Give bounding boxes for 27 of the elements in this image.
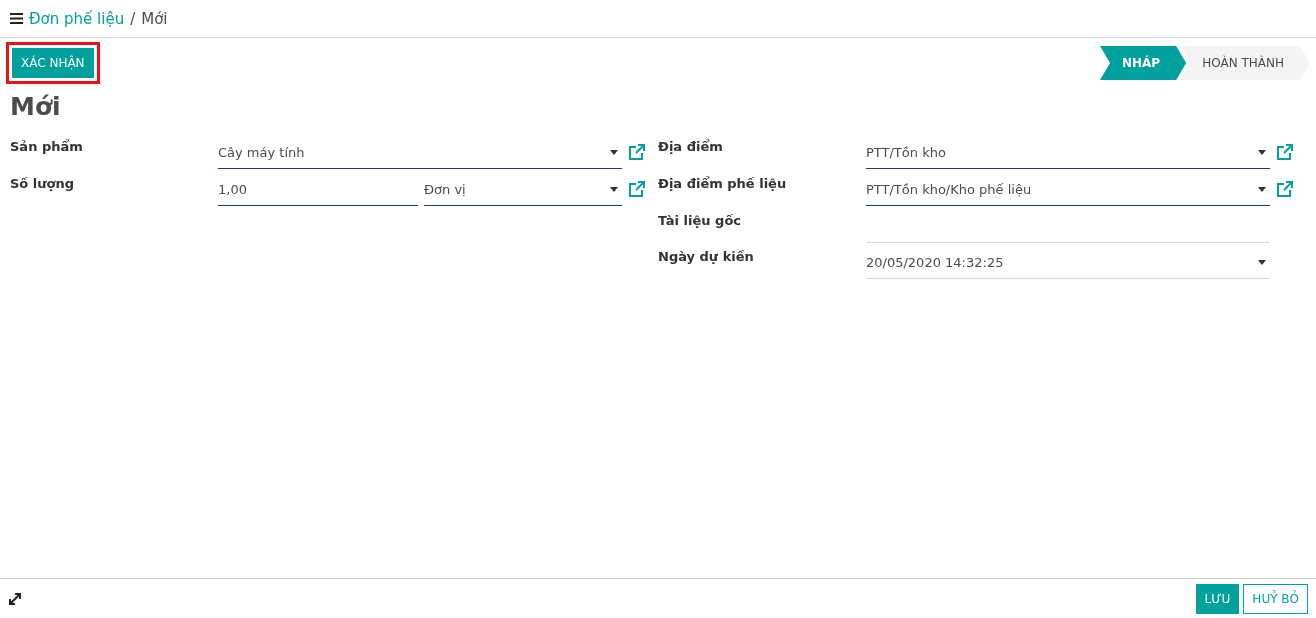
breadcrumb-current: Mới: [141, 9, 168, 28]
caret-icon[interactable]: [1258, 187, 1266, 192]
caret-icon[interactable]: [1258, 260, 1266, 265]
caret-icon[interactable]: [610, 187, 618, 192]
dropdown-field[interactable]: PTT/Tồn kho/Kho phế liệu: [866, 176, 1270, 206]
external-link-icon[interactable]: [628, 180, 646, 198]
input-field[interactable]: 1,00: [218, 176, 418, 206]
field-label: Số lượng: [10, 176, 76, 191]
caret-icon[interactable]: [610, 150, 618, 155]
record-title: Mới: [10, 92, 62, 121]
date-field[interactable]: 20/05/2020 14:32:25: [866, 249, 1270, 279]
caret-icon[interactable]: [1258, 150, 1266, 155]
field-label: Ngày dự kiến: [658, 249, 755, 264]
field-label: Tài liệu gốc: [658, 213, 743, 228]
field-label: Sản phẩm: [10, 139, 84, 154]
expand-icon[interactable]: [8, 591, 22, 606]
dropdown-field[interactable]: PTT/Tồn kho: [866, 139, 1270, 169]
external-link-icon[interactable]: [1276, 143, 1294, 161]
breadcrumb-separator: /: [130, 9, 136, 28]
external-link-icon[interactable]: [1276, 180, 1294, 198]
dropdown-field[interactable]: Đơn vị: [424, 176, 622, 206]
menu-icon[interactable]: [10, 13, 23, 24]
dropdown-field[interactable]: Cây máy tính: [218, 139, 622, 169]
external-link-icon[interactable]: [628, 143, 646, 161]
field-label: Địa điểm phế liệu: [658, 176, 788, 191]
field-label: Địa điểm: [658, 139, 724, 154]
status-stage[interactable]: HOÀN THÀNH: [1180, 46, 1310, 80]
